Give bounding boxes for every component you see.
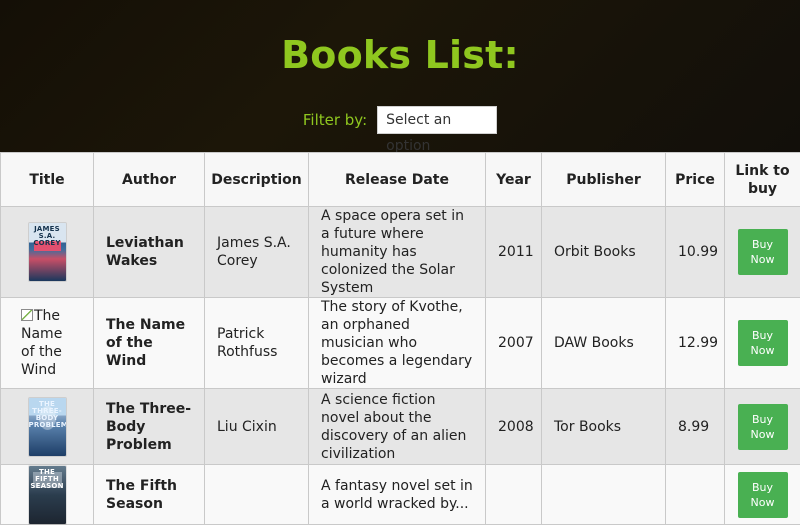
buy-link-cell: Buy Now xyxy=(725,389,800,465)
book-cover-cell: THE THREE-BODY PROBLEM xyxy=(1,389,94,465)
books-table-wrapper: Title Author Description Release Date Ye… xyxy=(0,152,800,525)
book-description: The story of Kvothe, an orphaned musicia… xyxy=(309,298,486,389)
book-title: Leviathan Wakes xyxy=(94,207,205,298)
book-price: 12.99 xyxy=(666,298,725,389)
page-title: Books List: xyxy=(0,30,800,80)
buy-now-button[interactable]: Buy Now xyxy=(738,229,788,275)
book-cover-label: THE FIFTH SEASON xyxy=(29,469,66,490)
book-author xyxy=(205,465,309,525)
book-cover-image: JAMES S.A. COREY xyxy=(29,223,66,281)
book-title: The Three-Body Problem xyxy=(94,389,205,465)
book-price xyxy=(666,465,725,525)
book-price: 8.99 xyxy=(666,389,725,465)
buy-link-cell: Buy Now xyxy=(725,207,800,298)
book-year: 2007 xyxy=(486,298,542,389)
book-year: 2008 xyxy=(486,389,542,465)
filter-label: Filter by: xyxy=(303,111,367,129)
book-cover-cell: THE FIFTH SEASON xyxy=(1,465,94,525)
book-cover-image: THE THREE-BODY PROBLEM xyxy=(29,398,66,456)
book-cover-cell: The Name of the Wind xyxy=(1,298,94,389)
filter-select[interactable]: Select an option xyxy=(377,106,497,134)
table-row: The Name of the Wind The Name of the Win… xyxy=(1,298,800,389)
book-author: Liu Cixin xyxy=(205,389,309,465)
table-row: THE THREE-BODY PROBLEM The Three-Body Pr… xyxy=(1,389,800,465)
book-publisher xyxy=(542,465,666,525)
book-year: 2011 xyxy=(486,207,542,298)
column-header-release-date: Release Date xyxy=(309,153,486,207)
book-title: The Name of the Wind xyxy=(94,298,205,389)
broken-image-icon xyxy=(21,309,33,321)
book-publisher: Tor Books xyxy=(542,389,666,465)
book-cover-label: JAMES S.A. COREY xyxy=(29,226,66,247)
column-header-publisher: Publisher xyxy=(542,153,666,207)
book-author: James S.A. Corey xyxy=(205,207,309,298)
column-header-price: Price xyxy=(666,153,725,207)
column-header-title: Title xyxy=(1,153,94,207)
column-header-year: Year xyxy=(486,153,542,207)
book-cover-label: THE THREE-BODY PROBLEM xyxy=(29,401,66,429)
book-description: A space opera set in a future where huma… xyxy=(309,207,486,298)
buy-now-button[interactable]: Buy Now xyxy=(738,320,788,366)
book-cover-cell: JAMES S.A. COREY xyxy=(1,207,94,298)
column-header-link-to-buy: Link to buy xyxy=(725,153,800,207)
column-header-author: Author xyxy=(94,153,205,207)
buy-link-cell: Buy Now xyxy=(725,465,800,525)
buy-link-cell: Buy Now xyxy=(725,298,800,389)
books-table: Title Author Description Release Date Ye… xyxy=(0,152,800,525)
buy-now-button[interactable]: Buy Now xyxy=(738,472,788,518)
buy-now-button[interactable]: Buy Now xyxy=(738,404,788,450)
table-header-row: Title Author Description Release Date Ye… xyxy=(1,153,800,207)
table-row: THE FIFTH SEASON The Fifth Season A fant… xyxy=(1,465,800,525)
broken-book-cover-image: The Name of the Wind xyxy=(21,307,73,379)
filter-row: Filter by: Select an option xyxy=(0,106,800,134)
book-publisher: DAW Books xyxy=(542,298,666,389)
book-price: 10.99 xyxy=(666,207,725,298)
book-description: A science fiction novel about the discov… xyxy=(309,389,486,465)
column-header-description: Description xyxy=(205,153,309,207)
book-cover-image: THE FIFTH SEASON xyxy=(29,466,66,524)
book-year xyxy=(486,465,542,525)
page-header: Books List: Filter by: Select an option xyxy=(0,0,800,152)
table-row: JAMES S.A. COREY Leviathan Wakes James S… xyxy=(1,207,800,298)
book-description: A fantasy novel set in a world wracked b… xyxy=(309,465,486,525)
book-title: The Fifth Season xyxy=(94,465,205,525)
book-publisher: Orbit Books xyxy=(542,207,666,298)
book-author: Patrick Rothfuss xyxy=(205,298,309,389)
